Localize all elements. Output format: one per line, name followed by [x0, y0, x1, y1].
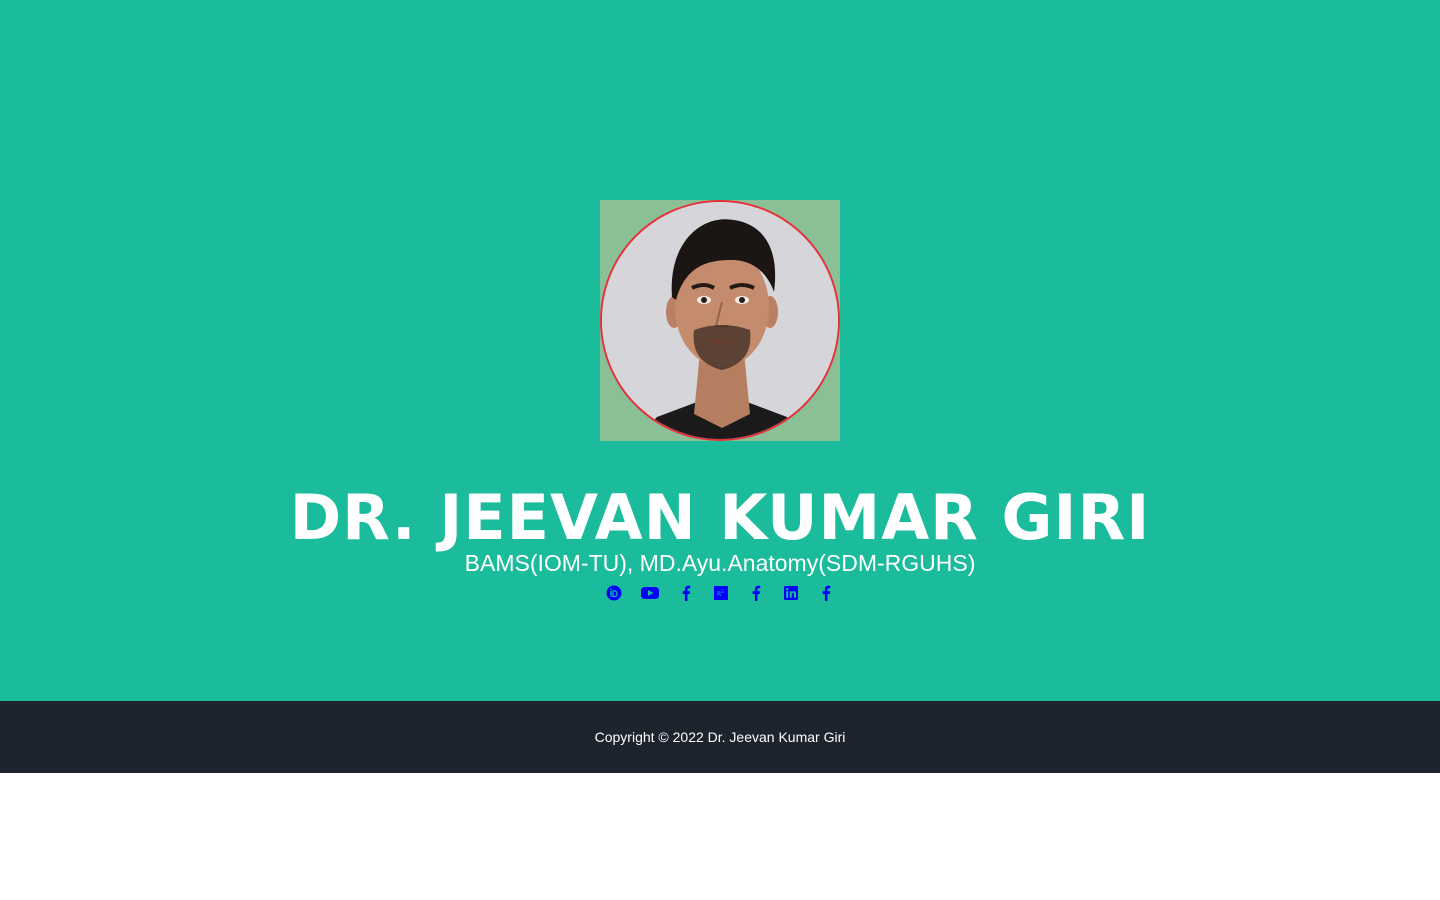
facebook-icon[interactable] [678, 585, 694, 601]
hero-section: DR. JEEVAN KUMAR GIRI BAMS(IOM-TU), MD.A… [0, 0, 1440, 701]
profile-photo-frame [600, 200, 840, 441]
page-title: DR. JEEVAN KUMAR GIRI [289, 481, 1151, 554]
credentials-subtitle: BAMS(IOM-TU), MD.Ayu.Anatomy(SDM-RGUHS) [464, 550, 976, 576]
profile-photo [600, 200, 840, 441]
linkedin-icon[interactable] [783, 585, 799, 601]
facebook-icon[interactable] [818, 585, 834, 601]
copyright-text: Copyright © 2022 Dr. Jeevan Kumar Giri [594, 729, 846, 745]
researchgate-icon[interactable]: R G [713, 585, 729, 601]
facebook-icon[interactable] [748, 585, 764, 601]
orcid-icon[interactable] [606, 585, 622, 601]
svg-text:G: G [721, 589, 724, 594]
youtube-icon[interactable] [641, 585, 659, 601]
footer: Copyright © 2022 Dr. Jeevan Kumar Giri [0, 701, 1440, 773]
social-links: R G [0, 583, 1440, 603]
